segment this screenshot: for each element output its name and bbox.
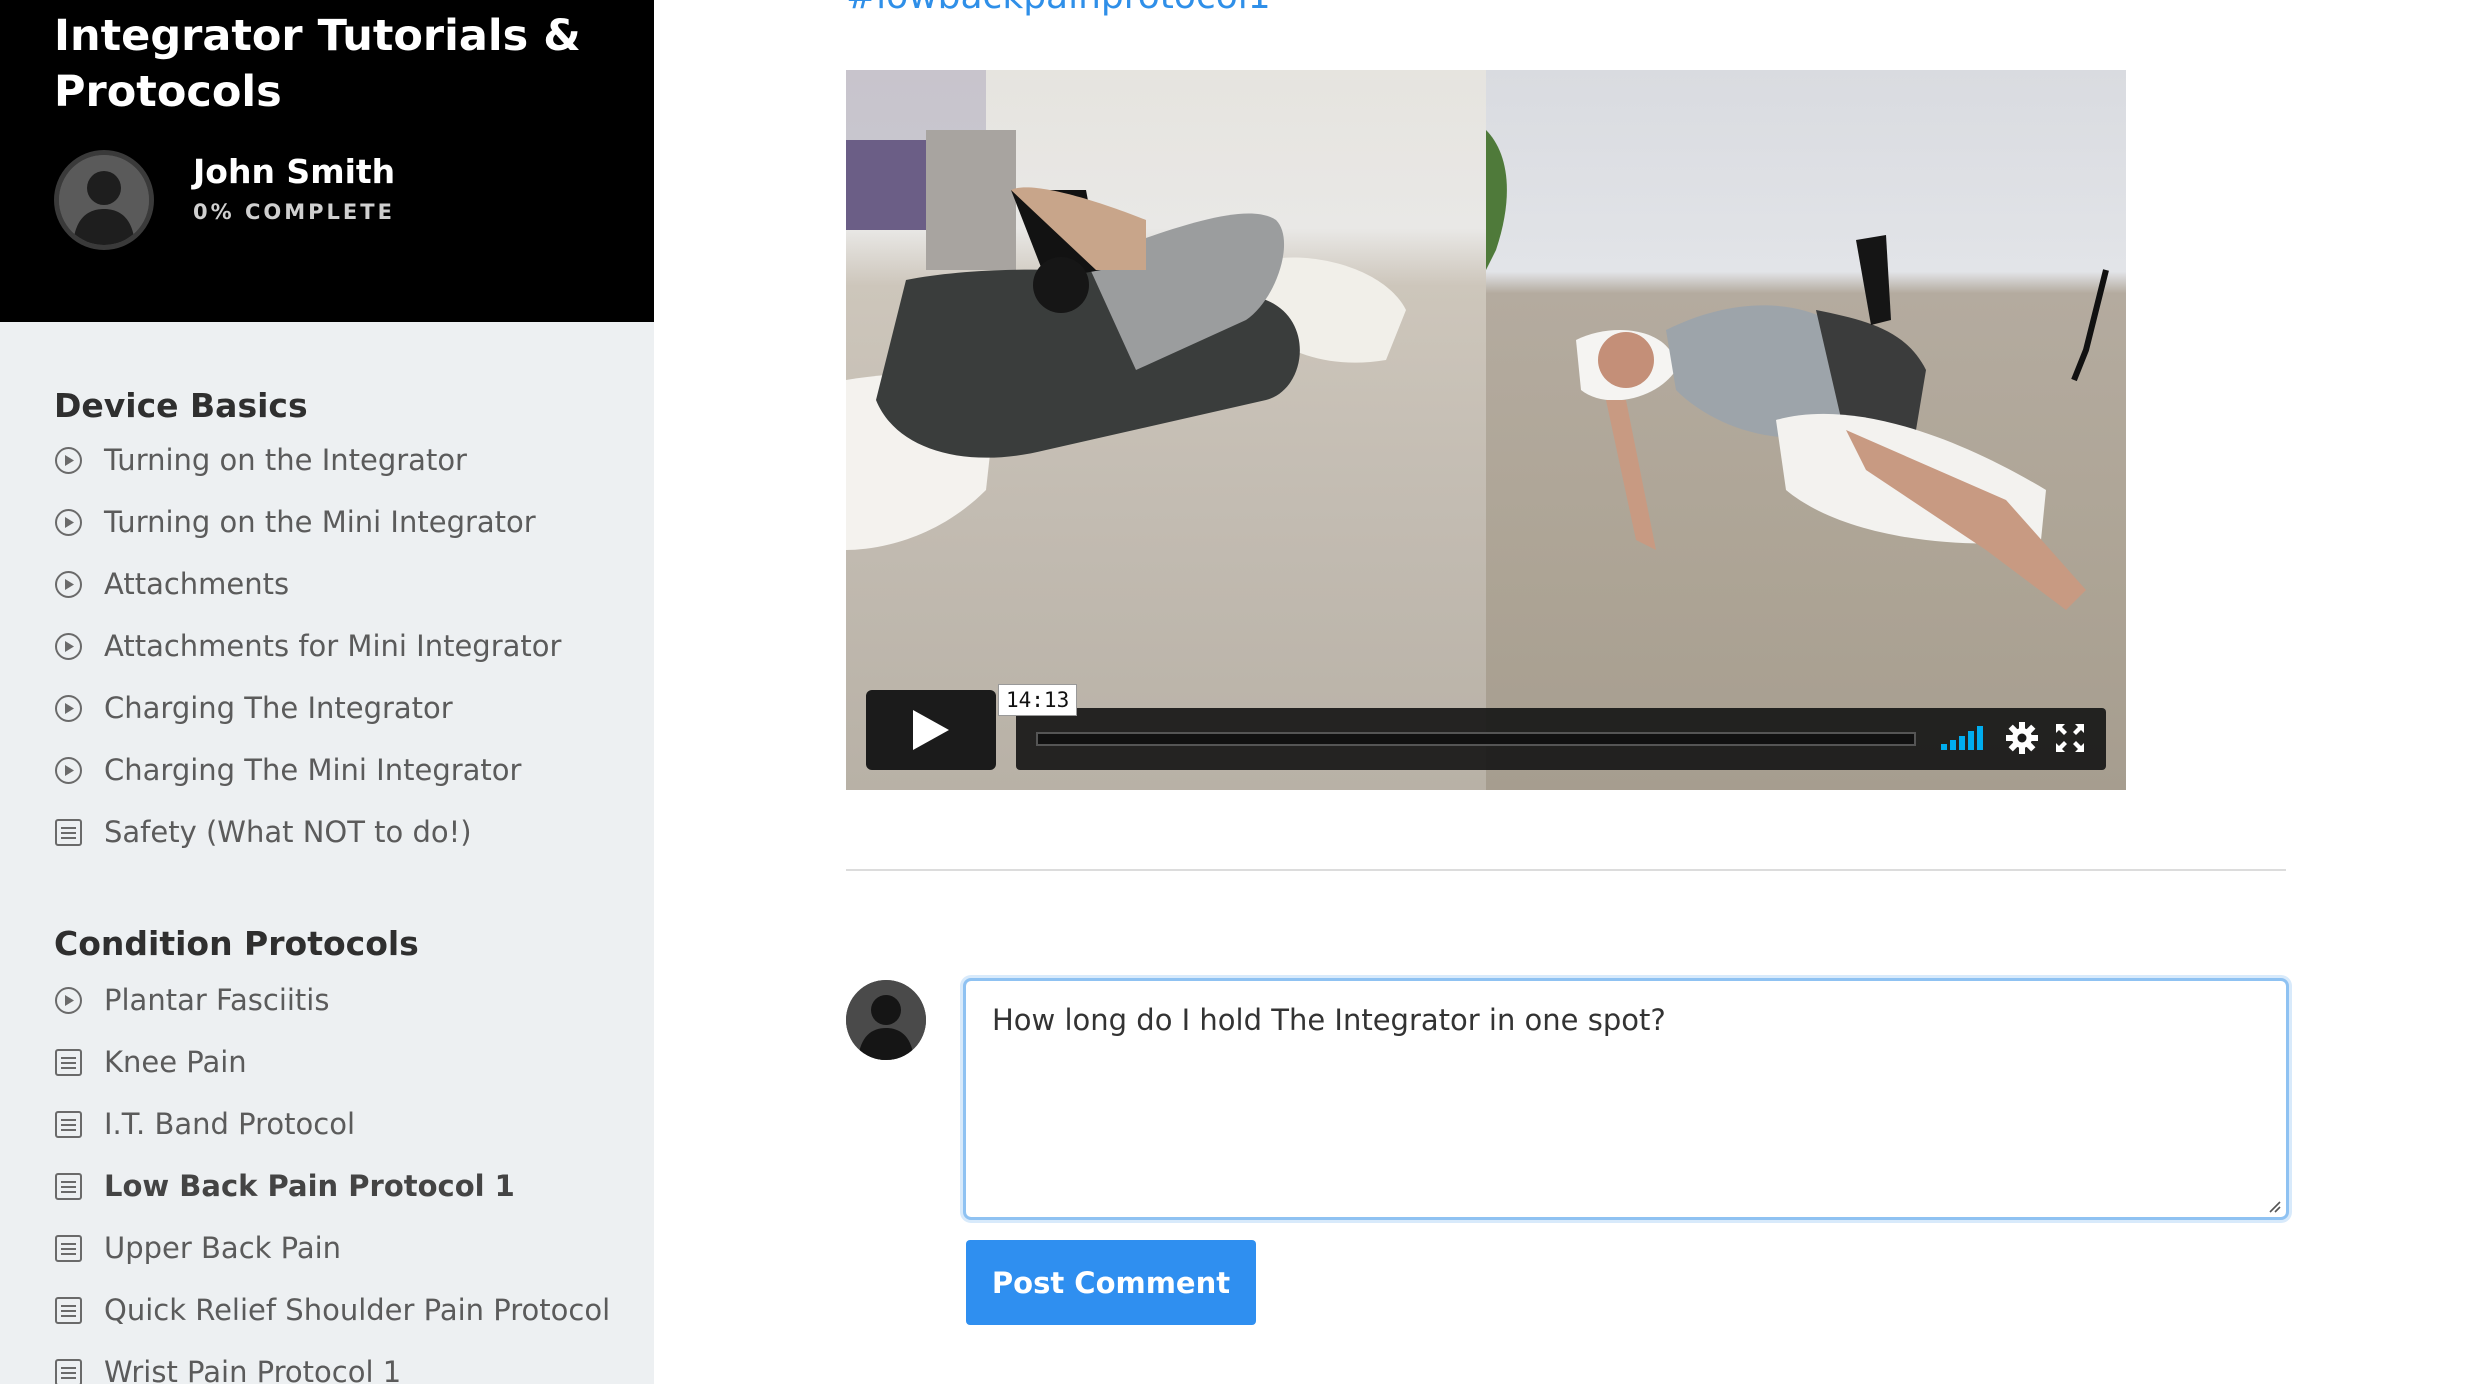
- lesson-item[interactable]: Attachments for Mini Integrator: [54, 626, 634, 666]
- document-icon: [54, 1358, 83, 1384]
- video-player[interactable]: 14:13: [846, 70, 2126, 790]
- lesson-item[interactable]: Charging The Mini Integrator: [54, 750, 634, 790]
- lesson-item[interactable]: Charging The Integrator: [54, 688, 634, 728]
- lesson-label: Upper Back Pain: [104, 1231, 342, 1265]
- lesson-label: Plantar Fasciitis: [104, 983, 330, 1017]
- lesson-label: Safety (What NOT to do!): [104, 815, 472, 849]
- lesson-label: Turning on the Mini Integrator: [104, 505, 536, 539]
- section-title-device-basics: Device Basics: [54, 386, 308, 425]
- document-icon: [54, 1234, 83, 1263]
- sidebar-header: Integrator Tutorials & Protocols John Sm…: [0, 0, 654, 322]
- lesson-label: Attachments for Mini Integrator: [104, 629, 562, 663]
- section-title-condition-protocols: Condition Protocols: [54, 924, 419, 963]
- document-icon: [54, 1110, 83, 1139]
- volume-icon[interactable]: [1941, 722, 1989, 757]
- course-sidebar: Integrator Tutorials & Protocols John Sm…: [0, 0, 654, 1384]
- video-time-tooltip: 14:13: [998, 684, 1078, 716]
- user-silhouette-icon: [846, 980, 926, 1060]
- lesson-label: Attachments: [104, 567, 290, 601]
- play-circle-icon: [54, 986, 83, 1015]
- course-title[interactable]: Integrator Tutorials & Protocols: [54, 8, 614, 120]
- lesson-item[interactable]: Turning on the Integrator: [54, 440, 634, 480]
- document-icon: [54, 1296, 83, 1325]
- lesson-label: Quick Relief Shoulder Pain Protocol: [104, 1293, 611, 1327]
- user-silhouette-icon: [59, 155, 149, 245]
- user-name: John Smith: [193, 152, 396, 191]
- lesson-item[interactable]: Upper Back Pain: [54, 1228, 634, 1268]
- lesson-label: Turning on the Integrator: [104, 443, 467, 477]
- comment-textarea[interactable]: How long do I hold The Integrator in one…: [963, 978, 2289, 1220]
- user-avatar: [54, 150, 154, 250]
- play-circle-icon: [54, 446, 83, 475]
- play-icon: [913, 710, 949, 750]
- lesson-label: Charging The Integrator: [104, 691, 453, 725]
- play-button[interactable]: [866, 690, 996, 770]
- play-circle-icon: [54, 508, 83, 537]
- document-icon: [54, 1048, 83, 1077]
- play-circle-icon: [54, 570, 83, 599]
- video-frame-right: [1486, 70, 2126, 790]
- lesson-item[interactable]: Wrist Pain Protocol 1: [54, 1352, 634, 1384]
- document-icon: [54, 818, 83, 847]
- lesson-item[interactable]: Knee Pain: [54, 1042, 634, 1082]
- gear-icon[interactable]: [2006, 722, 2038, 759]
- video-frame-left: [846, 70, 1486, 790]
- commenter-avatar: [846, 980, 926, 1060]
- content-divider: [846, 869, 2286, 871]
- post-comment-button[interactable]: Post Comment: [966, 1240, 1256, 1325]
- lesson-item[interactable]: Quick Relief Shoulder Pain Protocol: [54, 1290, 634, 1330]
- lesson-label: Knee Pain: [104, 1045, 247, 1079]
- video-controls: 14:13: [866, 684, 2106, 770]
- lesson-hashtag-link[interactable]: #lowbackpainprotocol1: [846, 0, 1271, 17]
- lesson-label: Low Back Pain Protocol 1: [104, 1169, 515, 1203]
- lesson-item[interactable]: Safety (What NOT to do!): [54, 812, 634, 852]
- document-icon: [54, 1172, 83, 1201]
- lesson-label: Charging The Mini Integrator: [104, 753, 522, 787]
- lesson-item[interactable]: Low Back Pain Protocol 1: [54, 1166, 634, 1206]
- lesson-label: I.T. Band Protocol: [104, 1107, 356, 1141]
- video-progress-bar[interactable]: [1036, 732, 1916, 746]
- textarea-resize-grip-icon[interactable]: [2266, 1198, 2282, 1219]
- lesson-item[interactable]: Turning on the Mini Integrator: [54, 502, 634, 542]
- play-circle-icon: [54, 694, 83, 723]
- lesson-label: Wrist Pain Protocol 1: [104, 1355, 402, 1384]
- control-bar: [1016, 708, 2106, 770]
- play-circle-icon: [54, 756, 83, 785]
- lesson-item[interactable]: Plantar Fasciitis: [54, 980, 634, 1020]
- play-circle-icon: [54, 632, 83, 661]
- course-progress-label: 0% COMPLETE: [193, 200, 395, 224]
- lesson-item[interactable]: I.T. Band Protocol: [54, 1104, 634, 1144]
- lesson-item[interactable]: Attachments: [54, 564, 634, 604]
- fullscreen-icon[interactable]: [2056, 724, 2084, 757]
